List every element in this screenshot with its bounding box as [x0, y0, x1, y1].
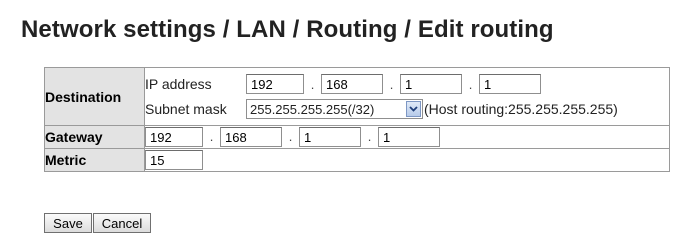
metric-value-cell	[144, 148, 670, 172]
metric-row: Metric	[44, 148, 670, 172]
destination-row: Destination IP address . . . Subnet mask…	[44, 67, 670, 126]
page-title: Network settings / LAN / Routing / Edit …	[21, 16, 554, 43]
dest-ip-separator-1: .	[310, 76, 315, 92]
destination-value-cell: IP address . . . Subnet mask 255.255.255…	[144, 67, 670, 126]
subnet-mask-select[interactable]: 255.255.255.255(/32)	[246, 99, 423, 119]
subnet-mask-label: Subnet mask	[145, 101, 227, 117]
gateway-separator-3: .	[367, 128, 372, 144]
dest-ip-separator-3: .	[468, 76, 473, 92]
subnet-mask-selected-value: 255.255.255.255(/32)	[250, 101, 375, 117]
destination-label: Destination	[44, 67, 145, 126]
gateway-row: Gateway ...	[44, 125, 670, 149]
gateway-octet-1[interactable]	[145, 127, 203, 147]
save-button[interactable]: Save	[44, 213, 92, 233]
subnet-mask-line: Subnet mask 255.255.255.255(/32) (Host r…	[145, 97, 669, 122]
cancel-button[interactable]: Cancel	[93, 213, 151, 233]
dest-ip-octet-2[interactable]	[321, 74, 383, 94]
gateway-separator-1: .	[209, 128, 214, 144]
dest-ip-separator-2: .	[389, 76, 394, 92]
chevron-down-icon[interactable]	[406, 101, 421, 117]
dest-ip-octet-1[interactable]	[246, 74, 304, 94]
ip-address-line: IP address . . .	[145, 72, 669, 97]
gateway-value-cell: ...	[144, 125, 670, 149]
gateway-label: Gateway	[44, 125, 145, 149]
dest-ip-octet-4[interactable]	[479, 74, 541, 94]
host-routing-note: (Host routing:255.255.255.255)	[424, 101, 618, 117]
routing-settings-table: Destination IP address . . . Subnet mask…	[44, 67, 670, 172]
metric-input[interactable]	[145, 150, 203, 170]
ip-address-label: IP address	[145, 76, 212, 92]
gateway-separator-2: .	[288, 128, 293, 144]
gateway-octet-2[interactable]	[220, 127, 282, 147]
gateway-octet-3[interactable]	[299, 127, 361, 147]
gateway-octet-4[interactable]	[378, 127, 440, 147]
metric-label: Metric	[44, 148, 145, 172]
dest-ip-octet-3[interactable]	[400, 74, 462, 94]
